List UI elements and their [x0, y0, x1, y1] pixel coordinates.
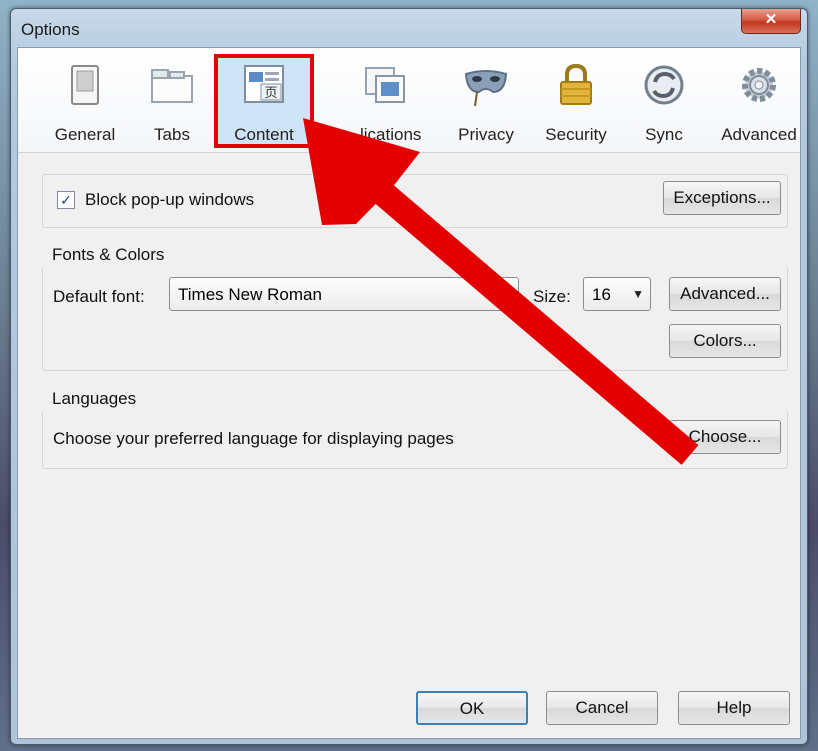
arrow-shaft [341, 155, 699, 465]
annotation-arrow [303, 118, 699, 465]
